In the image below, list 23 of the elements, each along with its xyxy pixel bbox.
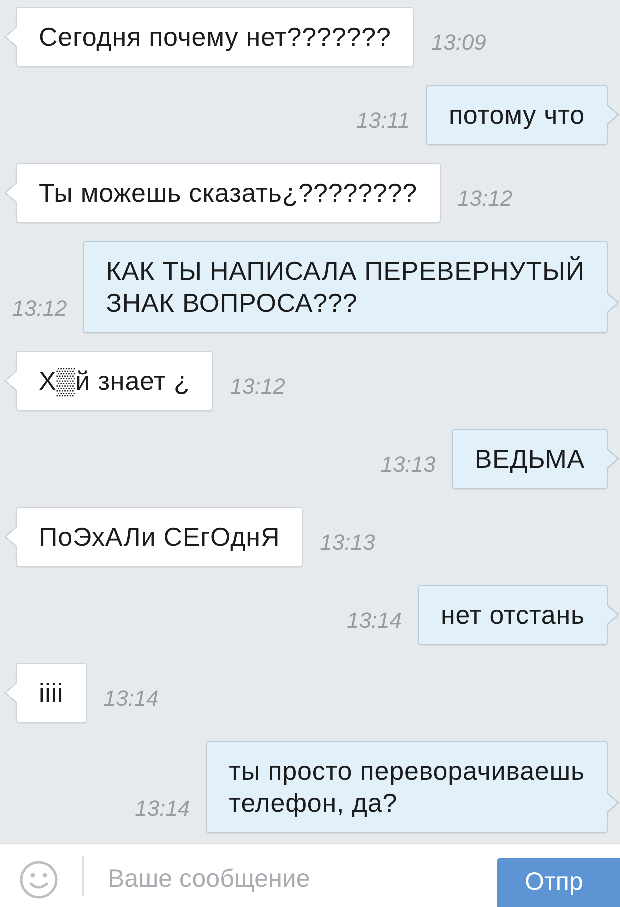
message-text: нет отстань xyxy=(441,599,585,631)
message-time: 13:14 xyxy=(135,798,190,820)
message-time: 13:12 xyxy=(12,298,68,320)
message-time: 13:12 xyxy=(230,376,286,398)
message-text: ВЕДЬМА xyxy=(474,443,585,475)
message-time: 13:11 xyxy=(356,110,410,132)
message-text: iiii xyxy=(39,677,64,709)
message-text: Ты можешь сказать¿???????? xyxy=(39,177,418,209)
message-text: ПоЭхАЛи СЕгОднЯ xyxy=(39,521,280,553)
message-input[interactable]: Ваше сообщение xyxy=(84,860,485,900)
message-text: потому что xyxy=(448,99,585,131)
message-time: 13:14 xyxy=(346,610,402,632)
message-time: 13:12 xyxy=(458,188,513,210)
message-time: 13:14 xyxy=(104,688,159,710)
send-button[interactable]: Отпр xyxy=(497,858,620,907)
message-time: 13:13 xyxy=(380,454,436,476)
message-text: Сегодня почему нет??????? xyxy=(39,21,392,53)
message-text: Х▒й знает ¿ xyxy=(39,365,190,397)
message-text: ты просто переворачиваешь телефон, да? xyxy=(229,755,585,819)
message-text: КАК ТЫ НАПИСАЛА ПЕРЕВЕРНУТЫЙ ЗНАК ВОПРОСА??? xyxy=(106,255,585,319)
message-time: 13:09 xyxy=(431,32,486,54)
message-time: 13:13 xyxy=(320,532,376,554)
smiley-icon[interactable] xyxy=(20,860,58,898)
